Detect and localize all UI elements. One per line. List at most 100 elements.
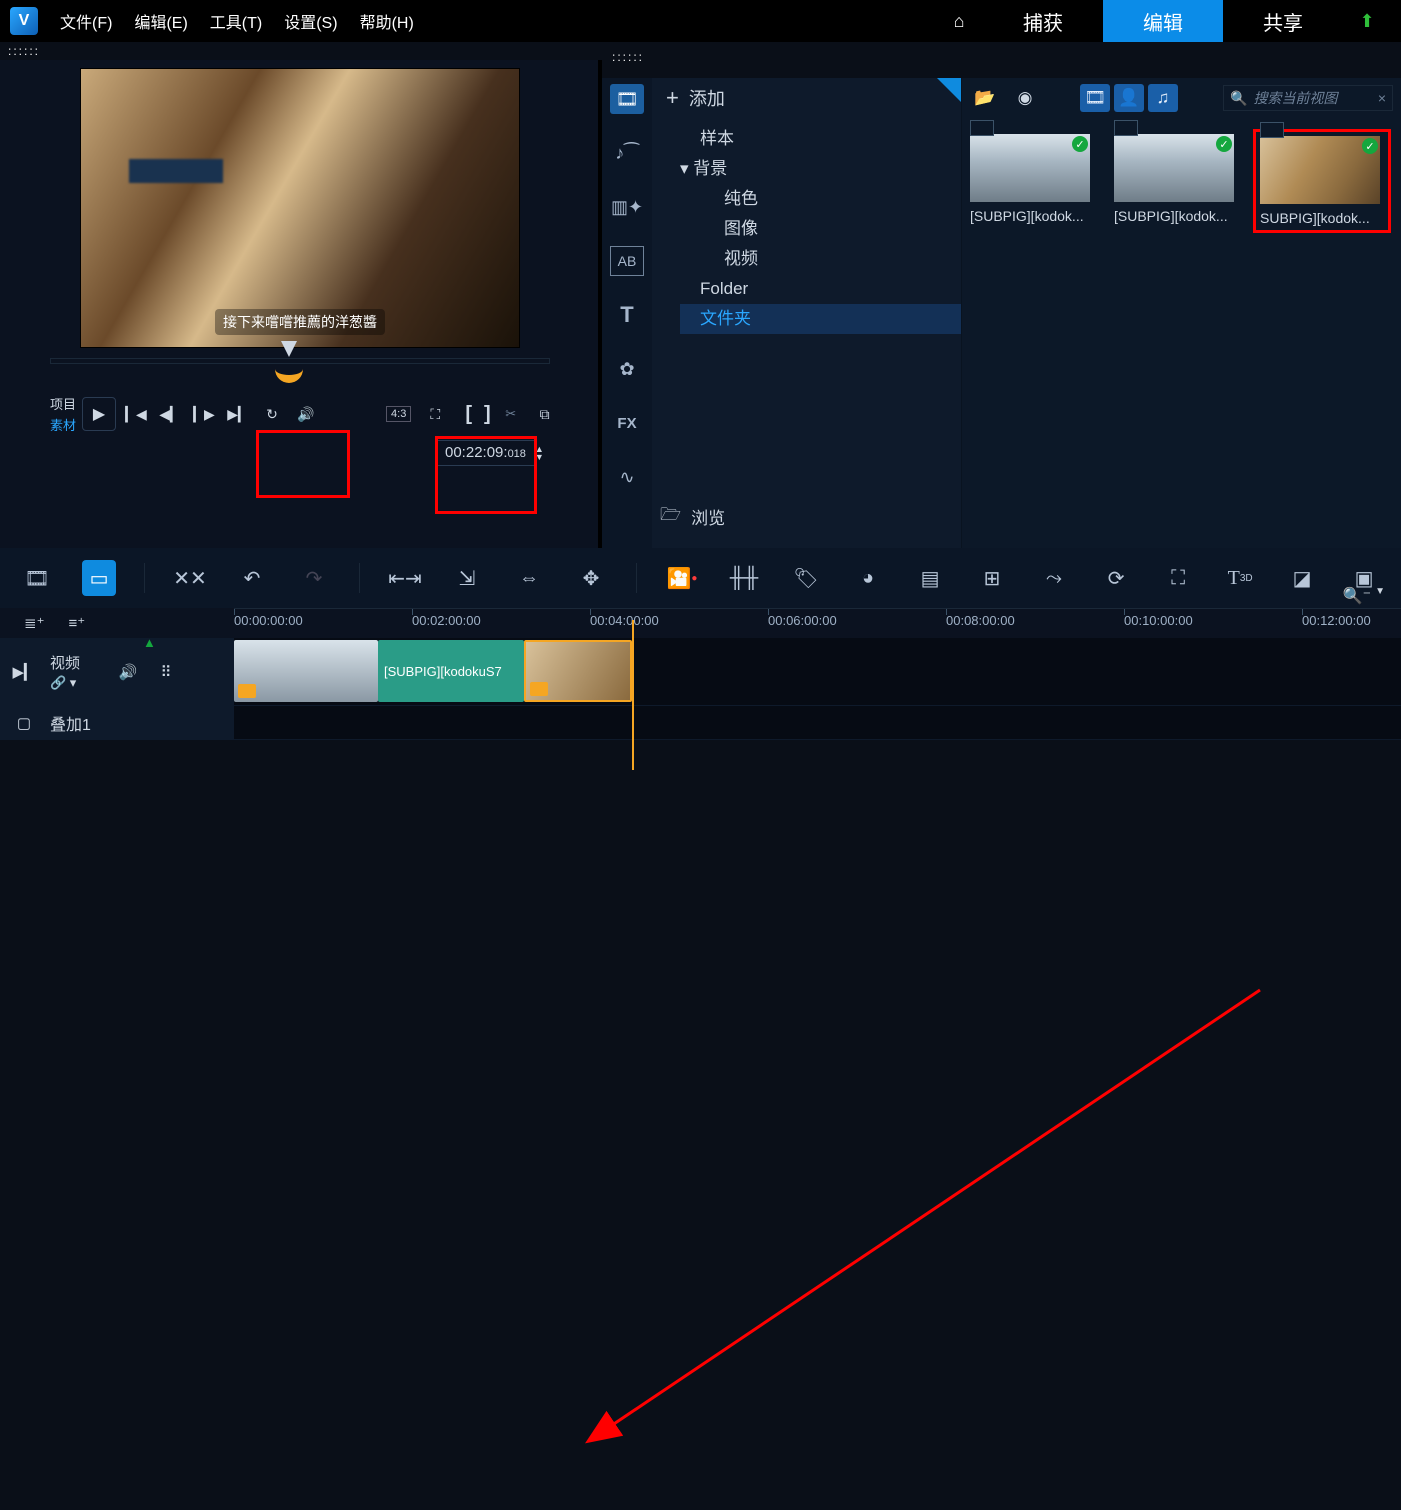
- mode-share-tab[interactable]: 共享: [1223, 0, 1343, 42]
- mode-capture-tab[interactable]: 捕获: [983, 0, 1103, 42]
- mask-icon[interactable]: ◪: [1285, 560, 1319, 596]
- mode-project-label[interactable]: 项目: [50, 394, 76, 413]
- audio-mixer-icon[interactable]: ╫╫: [727, 560, 761, 596]
- media-library-icon[interactable]: 🎞: [610, 84, 644, 114]
- tree-item-folder-en[interactable]: Folder: [680, 274, 961, 304]
- check-icon: ✓: [1362, 138, 1378, 154]
- chapter-icon[interactable]: ◕: [851, 560, 885, 596]
- audio-library-icon[interactable]: ♪⁀: [610, 138, 644, 168]
- mute-icon[interactable]: 🔊: [116, 660, 140, 684]
- capture-icon[interactable]: ◉: [1010, 84, 1040, 112]
- video-track-body[interactable]: [SUBPIG][kodokuS7: [234, 638, 1401, 705]
- rotate-icon[interactable]: ⟳: [1099, 560, 1133, 596]
- menu-help[interactable]: 帮助(H): [360, 9, 414, 33]
- pin-icon[interactable]: [937, 78, 961, 102]
- clip-thumb[interactable]: ✓ [SUBPIG][kodok...: [1114, 134, 1242, 228]
- track-options-icon[interactable]: ≣⁺: [24, 614, 45, 632]
- fx-library-icon[interactable]: FX: [610, 408, 644, 438]
- track-header-overlay[interactable]: ▢ 叠加1: [0, 706, 234, 739]
- zoom-out-icon[interactable]: 🔍⁻: [1343, 586, 1371, 606]
- timeline-playhead[interactable]: [632, 620, 634, 770]
- track-fx-icon[interactable]: ⠿: [154, 660, 178, 684]
- undo-button[interactable]: ↶: [235, 560, 269, 596]
- browse-button[interactable]: 🗁浏览: [660, 502, 725, 531]
- menubar: V 文件(F) 编辑(E) 工具(T) 设置(S) 帮助(H) ⌂ 捕获 编辑 …: [0, 0, 1401, 42]
- go-start-button[interactable]: ▎◀: [122, 400, 150, 428]
- panel-grip-left[interactable]: ::::::: [0, 42, 1401, 60]
- panel-grip-right[interactable]: ::::::: [604, 48, 652, 66]
- text-library-icon[interactable]: T: [610, 300, 644, 330]
- view-photo-icon[interactable]: 👤: [1114, 84, 1144, 112]
- check-icon: ✓: [1072, 136, 1088, 152]
- upload-icon[interactable]: ⬆: [1343, 11, 1391, 32]
- tools-icon[interactable]: ✕✕: [173, 560, 207, 596]
- speed-icon[interactable]: ⤳: [1037, 560, 1071, 596]
- audio-badge-icon: [238, 684, 256, 698]
- multi-view-icon[interactable]: ⊞: [975, 560, 1009, 596]
- timeline-view-icon[interactable]: ▭: [82, 560, 116, 596]
- import-icon[interactable]: 📂: [970, 84, 1000, 112]
- record-icon[interactable]: 🎦●: [665, 560, 699, 596]
- split-marker-icon[interactable]: [275, 365, 303, 383]
- text3d-icon[interactable]: T3D: [1223, 560, 1257, 596]
- storyboard-view-icon[interactable]: 🎞: [20, 560, 54, 596]
- track-header-video[interactable]: ▶▎ 视频 🔗 ▾ 🔊 ⠿: [0, 638, 234, 705]
- menu-settings[interactable]: 设置(S): [284, 9, 337, 33]
- timeline-ruler[interactable]: 00:00:00:00 00:02:00:00 00:04:00:00 00:0…: [234, 608, 1401, 638]
- mode-edit-tab[interactable]: 编辑: [1103, 0, 1223, 42]
- video-preview[interactable]: 接下来嚐嚐推薦的洋葱醬: [80, 68, 520, 348]
- scrubber-bar[interactable]: [50, 358, 550, 364]
- menu-tool[interactable]: 工具(T): [210, 9, 262, 33]
- zoom-menu-icon[interactable]: ▼: [1375, 586, 1385, 606]
- fit-span-icon[interactable]: ⇤⇥: [388, 560, 422, 596]
- redo-button[interactable]: ↷: [297, 560, 331, 596]
- insert-right-icon[interactable]: ⇲: [450, 560, 484, 596]
- clip-thumb-highlighted[interactable]: ✓ SUBPIG][kodok...: [1258, 134, 1386, 228]
- playhead-marker-icon[interactable]: [281, 341, 297, 357]
- search-input[interactable]: 🔍 搜索当前视图 ×: [1223, 85, 1393, 111]
- timeline-clip[interactable]: [SUBPIG][kodokuS7: [378, 640, 524, 702]
- motion-library-icon[interactable]: ∿: [610, 462, 644, 492]
- tree-item-solid[interactable]: 纯色: [680, 184, 961, 214]
- swap-icon[interactable]: ⇔: [512, 560, 546, 596]
- mark-in-button[interactable]: [: [465, 403, 472, 426]
- tree-item-image[interactable]: 图像: [680, 214, 961, 244]
- tree-item-sample[interactable]: 样本: [680, 124, 961, 154]
- crop-icon[interactable]: ⛶: [1161, 560, 1195, 596]
- tree-item-bg[interactable]: ▾ 背景: [680, 154, 961, 184]
- title-library-icon[interactable]: AB: [610, 246, 644, 276]
- cut-icon[interactable]: ✂: [497, 400, 525, 428]
- mode-clip-label[interactable]: 素材: [50, 415, 76, 434]
- home-icon[interactable]: ⌂: [935, 11, 983, 32]
- volume-button[interactable]: 🔊: [292, 400, 320, 428]
- timeline-clip-selected[interactable]: [524, 640, 632, 702]
- view-audio-icon[interactable]: ♫: [1148, 84, 1178, 112]
- track-add-icon[interactable]: ≡⁺: [69, 614, 86, 632]
- go-end-button[interactable]: ▶▎: [224, 400, 252, 428]
- fullscreen-icon[interactable]: ⛶: [421, 400, 449, 428]
- menu-edit[interactable]: 编辑(E): [134, 9, 187, 33]
- marker-icon[interactable]: 🏷: [789, 560, 823, 596]
- subtitle-icon[interactable]: ▤: [913, 560, 947, 596]
- timeline-clip[interactable]: [234, 640, 378, 702]
- step-fwd-button[interactable]: ▎▶: [190, 400, 218, 428]
- play-button[interactable]: ▶: [82, 397, 116, 431]
- copy-clip-icon[interactable]: ⧉: [531, 400, 559, 428]
- loop-button[interactable]: ↻: [258, 400, 286, 428]
- move-icon[interactable]: ✥: [574, 560, 608, 596]
- aspect-ratio-badge[interactable]: 4:3: [386, 406, 411, 422]
- step-back-button[interactable]: ◀▎: [156, 400, 184, 428]
- view-video-icon[interactable]: 🎞: [1080, 84, 1110, 112]
- clear-search-icon[interactable]: ×: [1378, 90, 1386, 106]
- library-toolbar: 📂 ◉ 🎞 👤 ♫ 🔍 搜索当前视图 ×: [962, 78, 1401, 118]
- graphics-library-icon[interactable]: ✿: [610, 354, 644, 384]
- mark-out-button[interactable]: ]: [484, 403, 491, 426]
- tree-item-video[interactable]: 视频: [680, 244, 961, 274]
- menu-file[interactable]: 文件(F): [60, 9, 112, 33]
- clip-thumb[interactable]: ✓ [SUBPIG][kodok...: [970, 134, 1098, 228]
- transition-library-icon[interactable]: ▥✦: [610, 192, 644, 222]
- overlay-track-body[interactable]: [234, 706, 1401, 739]
- tree-item-folder-cn[interactable]: 文件夹: [680, 304, 961, 334]
- add-folder-button[interactable]: + 添加: [652, 78, 961, 118]
- search-placeholder: 搜索当前视图: [1253, 88, 1337, 108]
